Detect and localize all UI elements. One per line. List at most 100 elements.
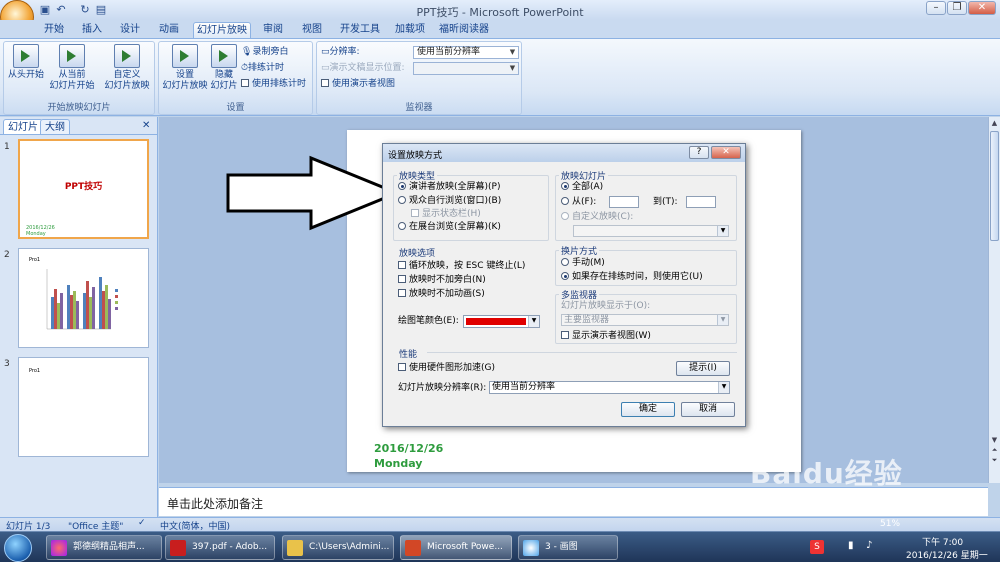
tab-home[interactable]: 开始 <box>38 22 70 38</box>
presenter-view-checkbox[interactable]: 使用演示者视图 <box>321 77 395 91</box>
pen-color-label: 绘图笔颜色(E): <box>398 316 459 326</box>
slide-number: 3 <box>4 359 10 369</box>
ok-button[interactable]: 确定 <box>621 402 675 417</box>
custom-show-select[interactable]: ▼ <box>573 225 729 237</box>
dialog-title: 设置放映方式 <box>388 151 443 161</box>
presenter-view-checkbox[interactable]: 显示演示者视图(W) <box>561 331 651 342</box>
close-icon[interactable]: ✕ <box>142 120 150 131</box>
scroll-up-icon[interactable]: ▲ <box>990 119 999 128</box>
setup-show-button[interactable]: 设置 幻灯片放映 <box>161 44 209 92</box>
hide-slide-button[interactable]: 隐藏 幻灯片 <box>209 44 239 92</box>
kiosk-radio[interactable]: 在展台浏览(全屏幕)(K) <box>398 222 501 233</box>
taskbar: 郭德纲精品相声... 397.pdf - Adob... C:\Users\Ad… <box>0 531 1000 562</box>
custom-show-button[interactable]: 自定义 幻灯片放映 <box>100 44 154 92</box>
tab-outline[interactable]: 大纲 <box>40 119 70 134</box>
scroll-thumb[interactable] <box>990 131 999 241</box>
undo-icon[interactable]: ↶ <box>54 3 68 17</box>
music-app-icon <box>51 540 67 556</box>
from-input[interactable] <box>609 196 639 208</box>
thumb-day: Monday <box>26 231 46 237</box>
minimize-button[interactable]: – <box>926 1 946 15</box>
hide-slide-icon <box>211 44 237 68</box>
close-button[interactable]: ✕ <box>968 1 996 15</box>
show-on-select[interactable]: ▼ <box>413 62 519 75</box>
slide-thumbnail-1[interactable]: PPT技巧 2016/12/26 Monday <box>18 139 149 239</box>
chevron-down-icon: ▼ <box>717 315 728 325</box>
custom-show-radio[interactable]: 自定义放映(C): <box>561 212 633 223</box>
taskbar-item-powerpoint[interactable]: Microsoft Powe... <box>400 535 512 560</box>
network-icon[interactable]: ▮ <box>848 540 854 551</box>
ribbon: 从头开始 从当前 幻灯片开始 自定义 幻灯片放映 开始放映幻灯片 设置 幻灯片放映 隐… <box>0 38 1000 116</box>
from-beginning-button[interactable]: 从头开始 <box>6 44 46 81</box>
advance-label: 换片方式 <box>559 244 600 257</box>
tab-view[interactable]: 视图 <box>296 22 328 38</box>
arrow-annotation <box>226 155 401 231</box>
chevron-down-icon: ▼ <box>718 382 729 393</box>
group-label: 开始放映幻灯片 <box>47 103 111 113</box>
group-start-slideshow: 从头开始 从当前 幻灯片开始 自定义 幻灯片放映 开始放映幻灯片 <box>3 41 155 115</box>
slide-thumbnail-2[interactable]: Pro1 <box>18 248 149 348</box>
chevron-down-icon: ▼ <box>717 226 728 236</box>
watermark-url: jingyan.baidu.com <box>762 494 882 509</box>
no-narration-checkbox[interactable]: 放映时不加旁白(N) <box>398 275 486 286</box>
tips-button[interactable]: 提示(I) <box>676 361 730 376</box>
tab-foxit[interactable]: 福昕阅读器 <box>436 22 492 38</box>
show-statusbar-checkbox[interactable]: 显示状态栏(H) <box>411 209 481 220</box>
spell-check-icon[interactable]: ✓ <box>138 518 146 528</box>
cancel-button[interactable]: 取消 <box>681 402 735 417</box>
help-button[interactable]: ? <box>689 146 709 159</box>
thumb-chart <box>46 269 118 330</box>
monitors-label: 多监视器 <box>559 288 600 301</box>
tab-animation[interactable]: 动画 <box>152 22 186 38</box>
monitor-icon: ▭ <box>321 47 330 57</box>
play-current-icon <box>59 44 85 68</box>
no-animation-checkbox[interactable]: 放映时不加动画(S) <box>398 289 485 300</box>
to-input[interactable] <box>686 196 716 208</box>
presenter-radio[interactable]: 演讲者放映(全屏幕)(P) <box>398 182 500 193</box>
tab-slideshow[interactable]: 幻灯片放映 <box>193 22 251 38</box>
show-options-label: 放映选项 <box>397 246 438 259</box>
slide-thumbnail-3[interactable]: Pro1 <box>18 357 149 457</box>
from-current-button[interactable]: 从当前 幻灯片开始 <box>48 44 96 92</box>
use-timings-checkbox[interactable]: 使用排练计时 <box>241 77 306 91</box>
tab-review[interactable]: 审阅 <box>257 22 289 38</box>
pdf-icon[interactable]: ▤ <box>94 3 108 17</box>
scroll-down-icon[interactable]: ▼ ⏶ ⏷ <box>990 435 999 465</box>
start-button[interactable] <box>4 534 32 562</box>
radio-selected-icon <box>398 182 406 190</box>
taskbar-item-pdf[interactable]: 397.pdf - Adob... <box>165 535 275 560</box>
pen-color-picker[interactable]: ▼ <box>463 315 540 328</box>
loop-checkbox[interactable]: 循环放映，按 ESC 键终止(L) <box>398 261 525 272</box>
redo-icon[interactable]: ↻ <box>78 3 92 17</box>
rehearse-timings-button[interactable]: ⏱排练计时 <box>241 61 284 75</box>
manual-radio[interactable]: 手动(M) <box>561 258 605 269</box>
individual-radio[interactable]: 观众自行浏览(窗口)(B) <box>398 196 501 207</box>
tab-addins[interactable]: 加载项 <box>392 22 428 38</box>
thumb-title: Pro1 <box>29 368 41 374</box>
tab-insert[interactable]: 插入 <box>76 22 108 38</box>
ime-icon[interactable]: S <box>810 540 824 554</box>
record-narration-button[interactable]: 🎙录制旁白 <box>241 45 288 59</box>
restore-button[interactable]: ❐ <box>947 1 967 15</box>
from-radio[interactable]: 从(F): <box>561 197 596 208</box>
display-on-label: 幻灯片放映显示于(O): <box>561 301 651 311</box>
show-slides-label: 放映幻灯片 <box>559 169 609 182</box>
use-timings-radio[interactable]: 如果存在排练时间，则使用它(U) <box>561 272 703 283</box>
save-icon[interactable]: ▣ <box>38 3 52 17</box>
dialog-close-button[interactable]: ✕ <box>711 146 741 159</box>
resolution-select[interactable]: 使用当前分辨率 ▼ <box>413 46 519 59</box>
slide-date: 2016/12/26 <box>374 442 444 455</box>
all-slides-radio[interactable]: 全部(A) <box>561 182 603 193</box>
resolution-select[interactable]: 使用当前分辨率 ▼ <box>489 381 730 394</box>
vertical-scrollbar[interactable]: ▲ ▼ ⏶ ⏷ <box>988 117 1000 483</box>
taskbar-item-music[interactable]: 郭德纲精品相声... <box>46 535 162 560</box>
display-on-select[interactable]: 主要监视器 ▼ <box>561 314 729 326</box>
tab-developer[interactable]: 开发工具 <box>336 22 384 38</box>
volume-icon[interactable]: ♪ <box>866 540 872 551</box>
tab-slides[interactable]: 幻灯片 <box>3 119 43 134</box>
taskbar-item-explorer[interactable]: C:\Users\Admini... <box>282 535 394 560</box>
tab-design[interactable]: 设计 <box>114 22 146 38</box>
hardware-accel-checkbox[interactable]: 使用硬件图形加速(G) <box>398 363 495 374</box>
group-label: 监视器 <box>405 103 433 113</box>
taskbar-item-paint[interactable]: 3 - 画图 <box>518 535 618 560</box>
